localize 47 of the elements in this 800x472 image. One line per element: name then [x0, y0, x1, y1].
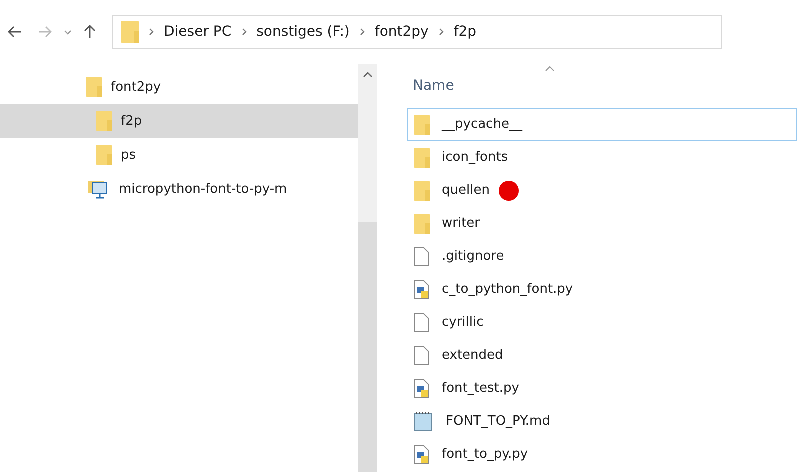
folder-icon — [96, 111, 112, 131]
tree-item[interactable]: font2py — [0, 70, 358, 104]
scrollbar[interactable] — [358, 64, 377, 472]
file-row[interactable]: writer — [407, 207, 797, 240]
python-file-icon — [414, 444, 430, 464]
chevron-icon — [438, 28, 444, 36]
breadcrumb[interactable]: font2py — [374, 24, 429, 40]
folder-icon — [86, 77, 102, 97]
chevron-icon — [149, 28, 154, 36]
file-row[interactable]: c_to_python_font.py — [407, 273, 797, 306]
file-icon — [414, 346, 430, 366]
up-icon[interactable] — [84, 25, 96, 39]
file-row[interactable]: font_test.py — [407, 372, 797, 405]
folder-icon — [414, 114, 430, 134]
python-file-icon — [414, 378, 430, 398]
file-row[interactable]: cyrillic — [407, 306, 797, 339]
back-icon[interactable] — [8, 26, 22, 38]
tree-item[interactable]: micropython-font-to-py-m — [0, 172, 358, 206]
folder-icon — [414, 148, 430, 168]
file-row[interactable]: extended — [407, 339, 797, 372]
file-row[interactable]: FONT_TO_PY.md — [407, 405, 797, 438]
chevron-icon — [360, 28, 365, 36]
notepad-icon — [414, 412, 434, 432]
file-row[interactable]: font_to_py.py — [407, 438, 797, 471]
file-icon — [414, 312, 430, 332]
address-bar[interactable]: Dieser PC sonstiges (F:) font2py f2p — [112, 15, 722, 49]
chevron-icon — [242, 28, 247, 36]
dropdown-icon[interactable] — [64, 30, 72, 34]
breadcrumb[interactable]: f2p — [454, 24, 477, 40]
sort-caret-icon — [545, 66, 555, 72]
folder-icon — [414, 214, 430, 234]
folder-icon — [121, 21, 139, 43]
file-row[interactable]: icon_fonts — [407, 141, 797, 174]
scroll-up-icon[interactable] — [362, 72, 372, 78]
breadcrumb[interactable]: sonstiges (F:) — [256, 24, 350, 40]
file-icon — [414, 246, 430, 266]
folder-icon — [96, 145, 112, 165]
breadcrumb[interactable]: Dieser PC — [164, 24, 232, 40]
python-file-icon — [414, 280, 430, 300]
file-row[interactable]: __pycache__ — [407, 108, 797, 141]
file-row[interactable]: quellen — [407, 174, 797, 207]
network-folder-icon — [88, 179, 110, 199]
column-header[interactable]: Name — [407, 64, 800, 108]
tree-item[interactable]: f2p — [0, 104, 358, 138]
file-row[interactable]: .gitignore — [407, 240, 797, 273]
tree-item[interactable]: ps — [0, 138, 358, 172]
folder-icon — [414, 180, 430, 200]
